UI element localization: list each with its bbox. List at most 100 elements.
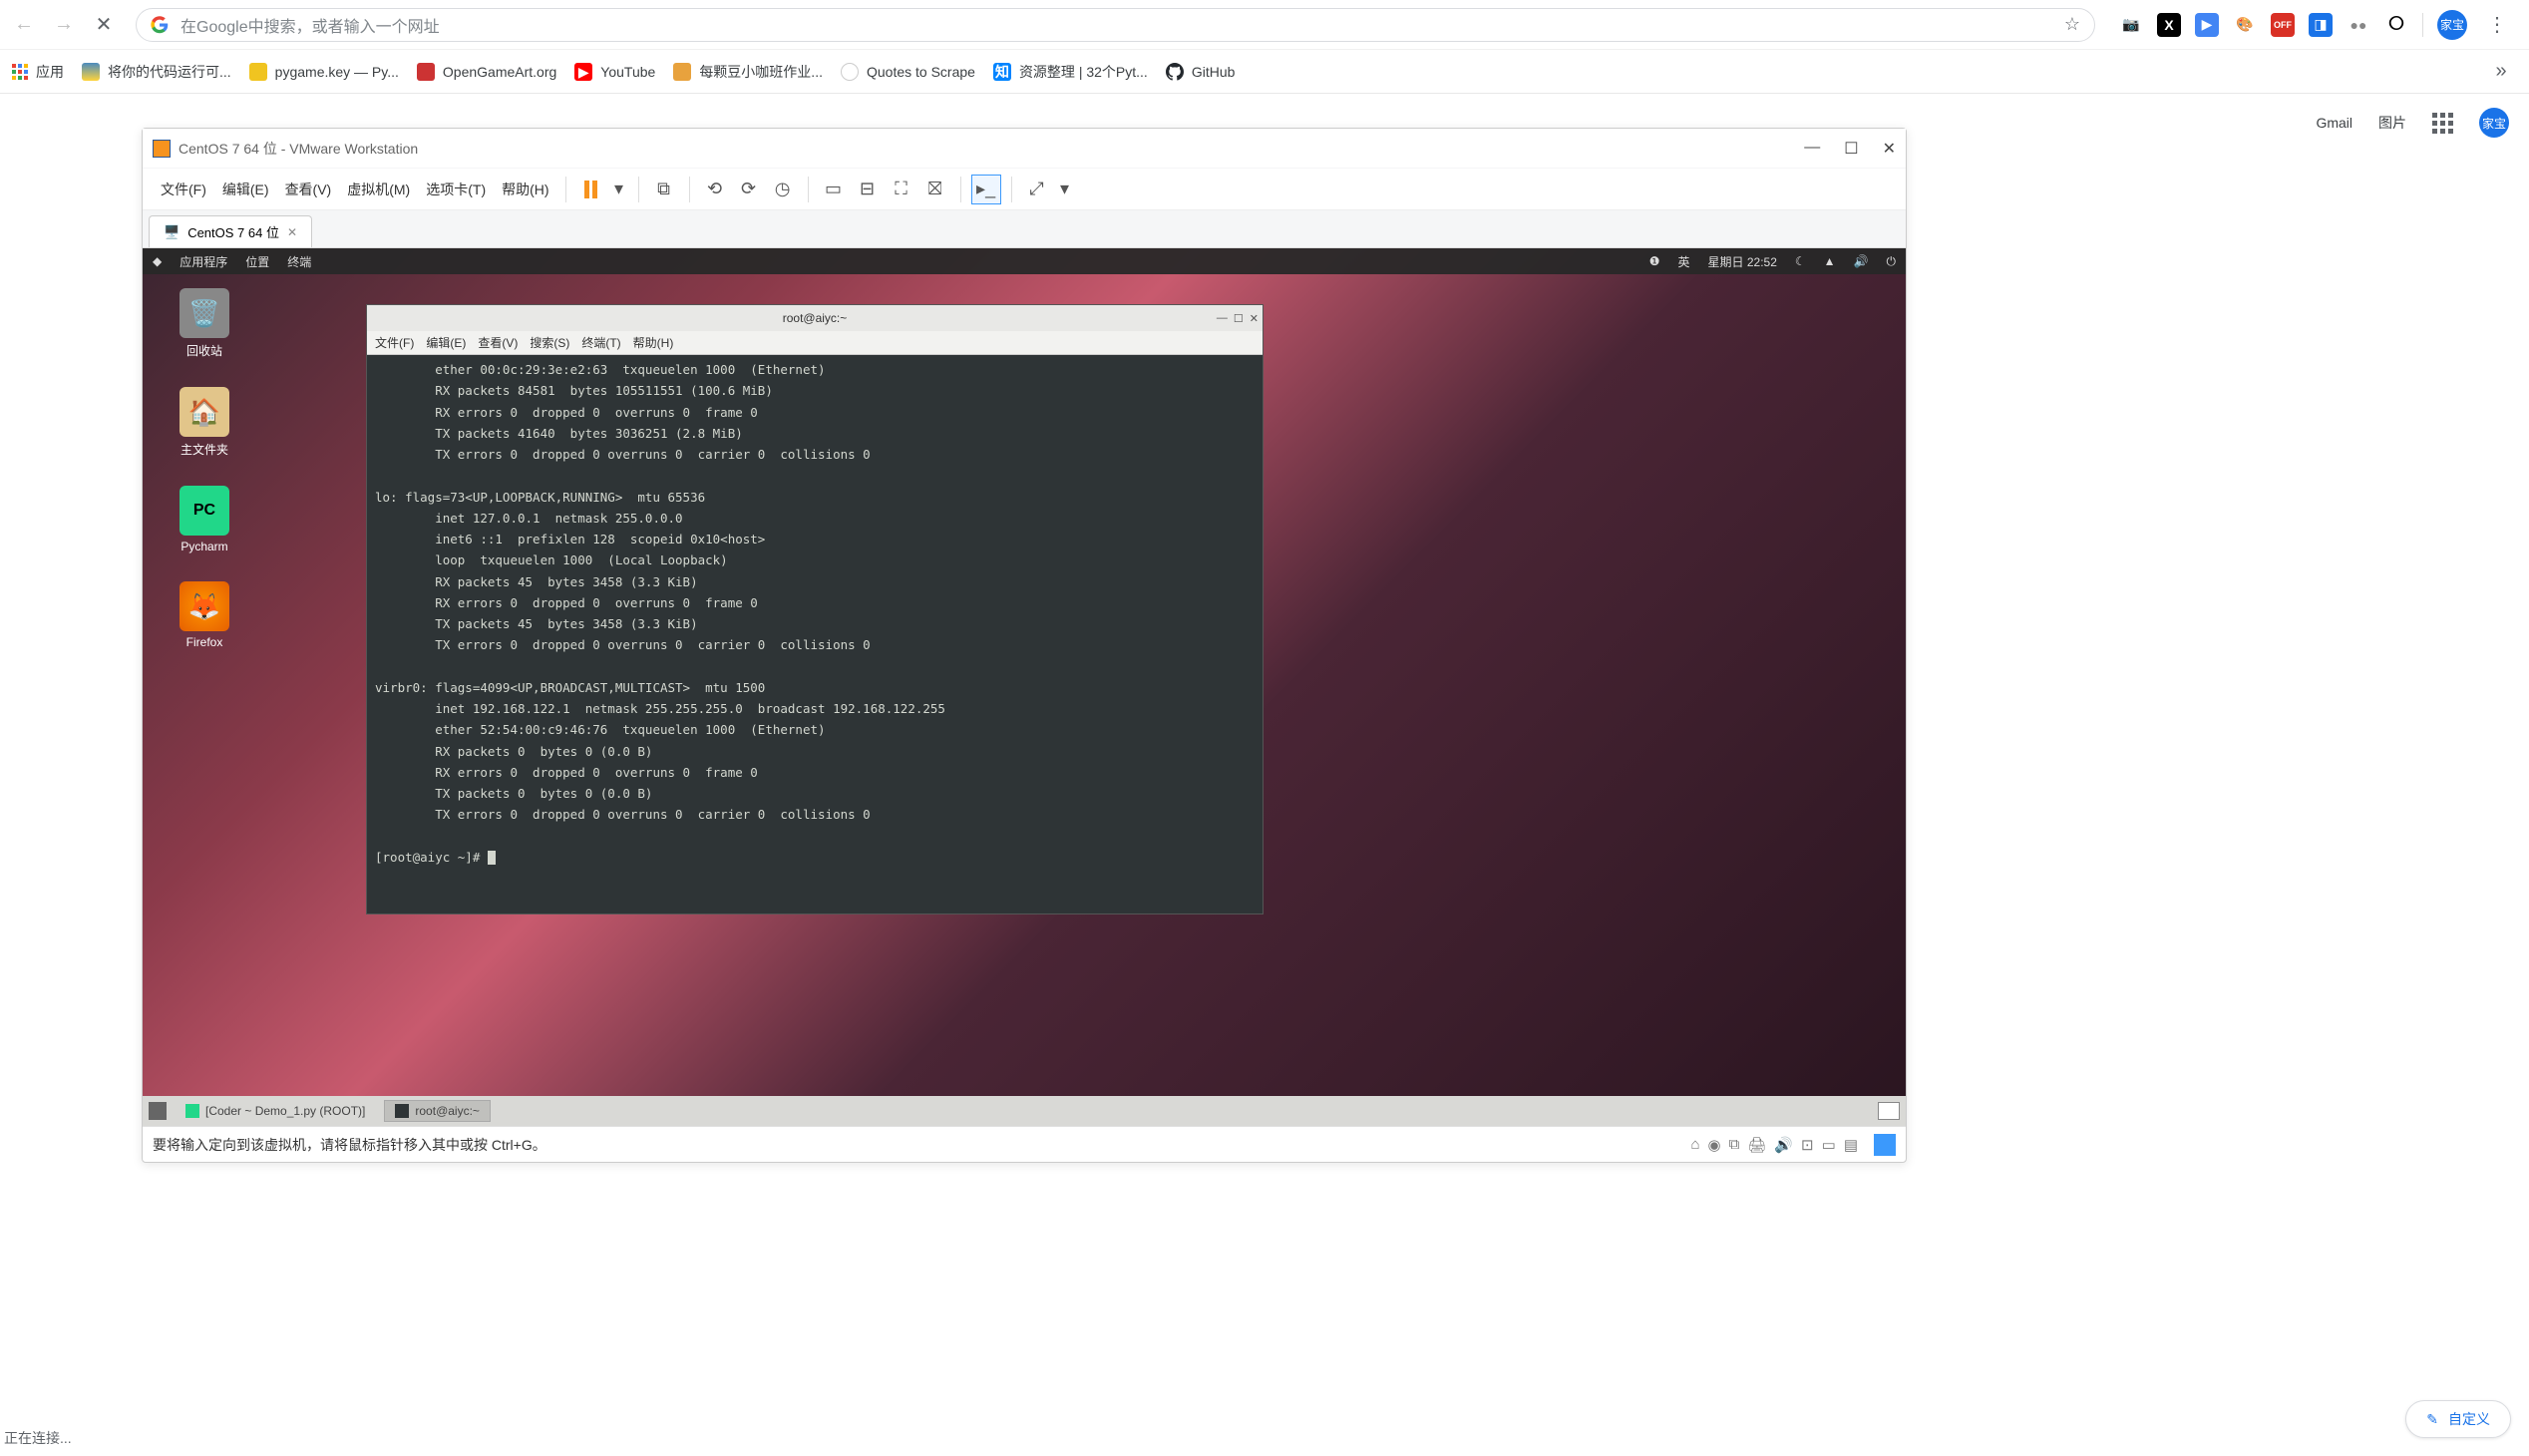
snapshot-take-icon[interactable]: ⟲ xyxy=(700,175,730,204)
bookmark-item[interactable]: 将你的代码运行可... xyxy=(82,62,231,82)
vm-tab-close-icon[interactable]: ✕ xyxy=(287,225,297,239)
net-icon[interactable]: ⧉ xyxy=(1729,1136,1740,1154)
view-exit-icon[interactable]: ⛝ xyxy=(920,175,950,204)
taskbar-terminal[interactable]: root@aiyc:~ xyxy=(384,1100,491,1122)
apps-button[interactable]: 应用 xyxy=(12,62,64,82)
back-button[interactable]: ← xyxy=(8,9,40,41)
gmail-link[interactable]: Gmail xyxy=(2316,115,2352,131)
show-desktop-icon[interactable] xyxy=(149,1102,167,1120)
home-folder-icon[interactable]: 🏠主文件夹 xyxy=(163,387,246,458)
gnome-apps[interactable]: 应用程序 xyxy=(180,253,227,270)
close-button[interactable]: ✕ xyxy=(1883,139,1896,159)
ext-x-icon[interactable]: X xyxy=(2157,13,2181,37)
customize-button[interactable]: ✎ 自定义 xyxy=(2405,1400,2511,1438)
vm-tab[interactable]: 🖥️ CentOS 7 64 位 ✕ xyxy=(149,215,312,247)
pycharm-icon[interactable]: PCPycharm xyxy=(163,486,246,553)
url-bar[interactable]: 在Google中搜索，或者输入一个网址 ☆ xyxy=(136,8,2095,42)
pause-dropdown[interactable]: ▾ xyxy=(610,175,628,204)
star-icon[interactable]: ☆ xyxy=(2064,14,2080,35)
term-menu-view[interactable]: 查看(V) xyxy=(478,334,518,351)
a11y-icon[interactable]: ❶ xyxy=(1649,254,1660,268)
display-icon[interactable]: ▭ xyxy=(1822,1136,1836,1154)
forward-button[interactable]: → xyxy=(48,9,80,41)
desk-label: Firefox xyxy=(186,635,223,649)
fullscreen-icon[interactable]: ⤢ xyxy=(1022,175,1052,204)
maximize-button[interactable]: ☐ xyxy=(1844,139,1858,159)
gnome-terminal-label[interactable]: 终端 xyxy=(287,253,311,270)
pause-button[interactable] xyxy=(576,175,606,204)
apps-launcher-icon[interactable] xyxy=(2432,113,2453,134)
usb-icon[interactable]: ⊡ xyxy=(1801,1136,1814,1154)
menu-file[interactable]: 文件(F) xyxy=(155,176,212,203)
volume-icon[interactable]: 🔊 xyxy=(1854,254,1869,268)
vmware-titlebar[interactable]: CentOS 7 64 位 - VMware Workstation — ☐ ✕ xyxy=(143,129,1906,169)
bookmark-item[interactable]: ▶YouTube xyxy=(574,63,655,81)
github-icon xyxy=(1166,63,1184,81)
input-lang[interactable]: 英 xyxy=(1678,253,1690,270)
gnome-places[interactable]: 位置 xyxy=(245,253,269,270)
bookmark-item[interactable]: 知资源整理 | 32个Pyt... xyxy=(993,62,1148,82)
terminal-body[interactable]: ether 00:0c:29:3e:e2:63 txqueuelen 1000 … xyxy=(367,355,1263,913)
network-icon[interactable]: ▲ xyxy=(1824,254,1836,268)
images-link[interactable]: 图片 xyxy=(2378,113,2406,133)
task-label: [Coder ~ Demo_1.py (ROOT)] xyxy=(205,1104,365,1118)
menu-icon[interactable]: ⋮ xyxy=(2481,9,2513,41)
printer-icon[interactable]: 🖨 xyxy=(1747,1136,1766,1154)
bookmarks-overflow-icon[interactable]: » xyxy=(2485,56,2517,88)
power-icon[interactable]: ⏻ xyxy=(1887,254,1897,269)
workspace-switcher[interactable] xyxy=(1878,1102,1900,1120)
terminal-window[interactable]: root@aiyc:~ — ☐ ✕ 文件(F) 编辑(E) 查看(V) 搜索(S… xyxy=(366,304,1264,914)
profile-avatar[interactable]: 家宝 xyxy=(2437,10,2467,40)
view-unity-icon[interactable]: ⛶ xyxy=(887,175,916,204)
terminal-titlebar[interactable]: root@aiyc:~ — ☐ ✕ xyxy=(367,305,1263,331)
bookmark-item[interactable]: Quotes to Scrape xyxy=(841,63,975,81)
msg-icon[interactable]: ▤ xyxy=(1844,1136,1858,1154)
term-menu-terminal[interactable]: 终端(T) xyxy=(581,334,620,351)
menu-vm[interactable]: 虚拟机(M) xyxy=(341,176,416,203)
view-single-icon[interactable]: ▭ xyxy=(819,175,849,204)
console-icon[interactable]: ▸_ xyxy=(971,175,1001,204)
camera-icon[interactable]: 📷 xyxy=(2119,13,2143,37)
send-ctrlaltdel-icon[interactable]: ⧉ xyxy=(649,175,679,204)
minimize-button[interactable]: — xyxy=(1804,139,1820,159)
sound-icon[interactable]: 🔊 xyxy=(1774,1136,1793,1154)
ext-blue-icon[interactable]: ▶ xyxy=(2195,13,2219,37)
term-menu-help[interactable]: 帮助(H) xyxy=(633,334,674,351)
message-log-icon[interactable] xyxy=(1874,1134,1896,1156)
term-close-icon[interactable]: ✕ xyxy=(1250,312,1259,325)
firefox-icon[interactable]: 🦊Firefox xyxy=(163,581,246,649)
taskbar-pycharm[interactable]: [Coder ~ Demo_1.py (ROOT)] xyxy=(175,1100,376,1122)
trash-icon[interactable]: 🗑️回收站 xyxy=(163,288,246,359)
term-menu-search[interactable]: 搜索(S) xyxy=(530,334,569,351)
menu-tabs[interactable]: 选项卡(T) xyxy=(420,176,492,203)
guest-desktop[interactable]: ◆ 应用程序 位置 终端 ❶ 英 星期日 22:52 ☾ ▲ 🔊 ⏻ 🗑️回收站… xyxy=(143,248,1906,1126)
bookmark-item[interactable]: OpenGameArt.org xyxy=(417,63,556,81)
bookmark-item[interactable]: GitHub xyxy=(1166,63,1236,81)
term-menu-edit[interactable]: 编辑(E) xyxy=(426,334,466,351)
bookmark-item[interactable]: 每颗豆小咖班作业... xyxy=(673,62,823,82)
ext-pocket-icon[interactable]: ◨ xyxy=(2309,13,2333,37)
term-min-icon[interactable]: — xyxy=(1217,312,1228,325)
menu-help[interactable]: 帮助(H) xyxy=(496,176,554,203)
term-max-icon[interactable]: ☐ xyxy=(1234,312,1244,325)
profile-avatar-2[interactable]: 家宝 xyxy=(2479,108,2509,138)
clock[interactable]: 星期日 22:52 xyxy=(1708,253,1777,270)
menu-edit[interactable]: 编辑(E) xyxy=(216,176,275,203)
bookmark-item[interactable]: pygame.key — Py... xyxy=(249,63,399,81)
snapshot-manager-icon[interactable]: ◷ xyxy=(768,175,798,204)
cd-icon[interactable]: ◉ xyxy=(1708,1136,1721,1154)
view-split-icon[interactable]: ⊟ xyxy=(853,175,883,204)
night-icon[interactable]: ☾ xyxy=(1795,254,1806,268)
term-menu-file[interactable]: 文件(F) xyxy=(375,334,414,351)
snapshot-revert-icon[interactable]: ⟳ xyxy=(734,175,764,204)
ext-circle-icon[interactable]: ⭘ xyxy=(2384,13,2408,37)
fullscreen-dropdown[interactable]: ▾ xyxy=(1056,175,1074,204)
hdd-icon[interactable]: ⌂ xyxy=(1690,1136,1699,1154)
ext-grey-icon[interactable]: ●● xyxy=(2347,13,2370,37)
ext-off-icon[interactable]: OFF xyxy=(2271,13,2295,37)
apps-grid-icon xyxy=(12,64,28,80)
menu-view[interactable]: 查看(V) xyxy=(279,176,338,203)
ext-pinwheel-icon[interactable]: 🎨 xyxy=(2233,13,2257,37)
gnome-activities-icon[interactable]: ◆ xyxy=(153,254,162,268)
stop-button[interactable]: ✕ xyxy=(88,9,120,41)
